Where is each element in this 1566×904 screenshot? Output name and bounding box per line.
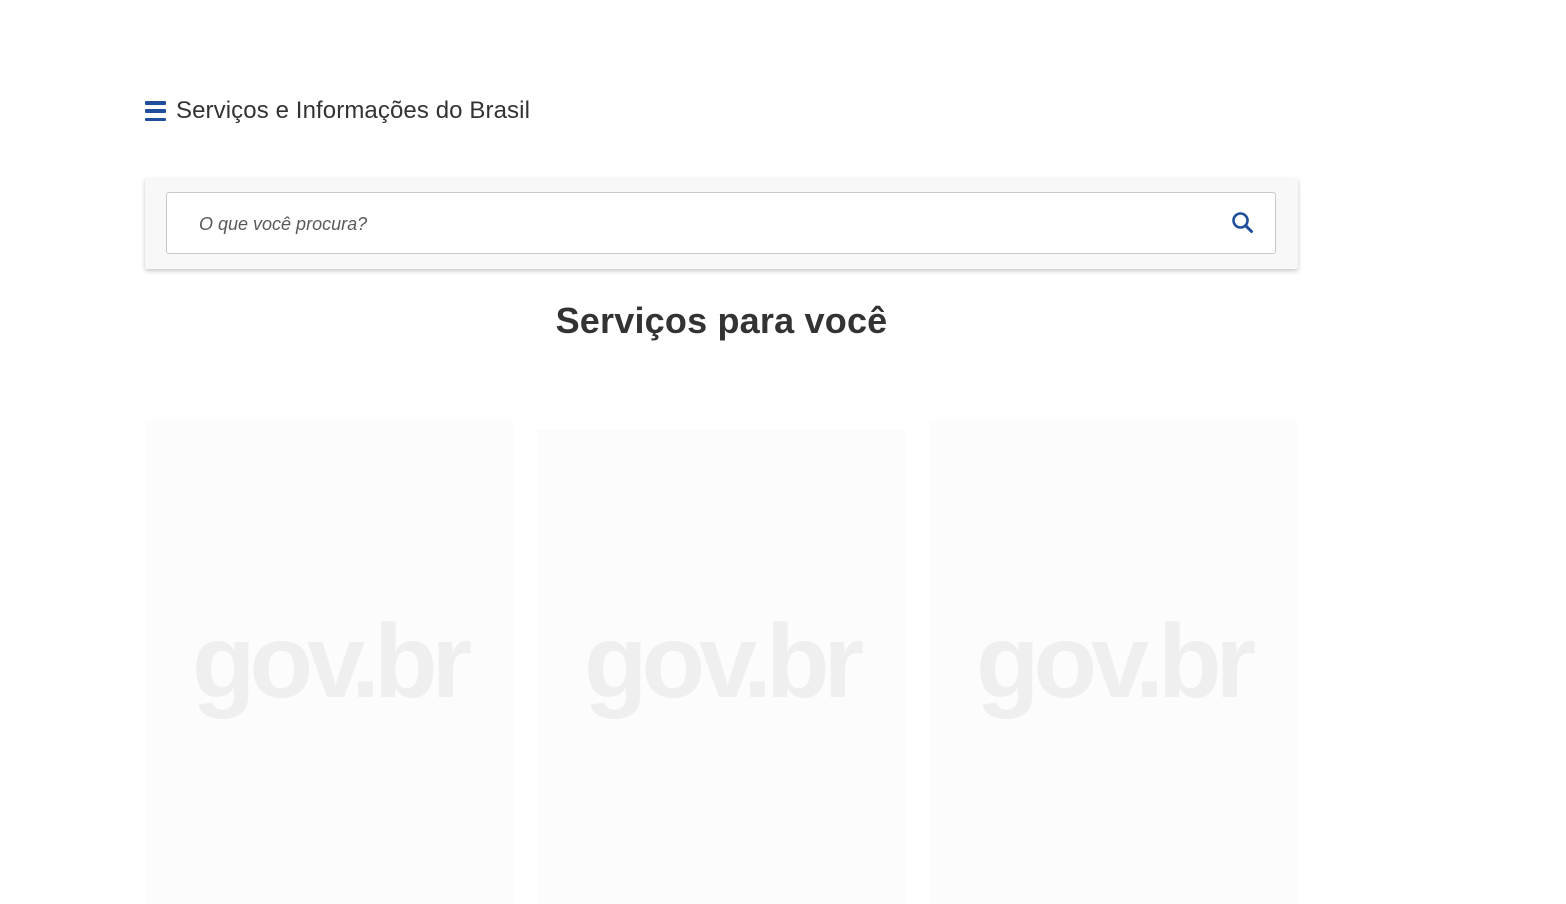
search-box [166,192,1276,255]
search-icon [1232,212,1253,233]
site-header: Serviços e Informações do Brasil [145,93,530,129]
site-title[interactable]: Serviços e Informações do Brasil [176,97,530,125]
search-panel [145,178,1298,269]
search-input[interactable] [197,193,1201,255]
govbr-logo-placeholder: gov.br [191,603,472,720]
service-card-placeholder[interactable]: gov.br [929,420,1297,904]
menu-bar [145,117,166,121]
hamburger-menu-icon[interactable] [145,101,166,121]
menu-bar [145,101,166,105]
page: Serviços e Informações do Brasil Serviço… [0,0,1566,904]
govbr-logo-placeholder: gov.br [583,603,864,720]
menu-bar [145,109,166,113]
govbr-logo-placeholder: gov.br [975,603,1256,720]
service-cards: gov.br gov.br gov.br [145,420,1298,904]
search-button[interactable] [1229,209,1257,237]
service-card-placeholder[interactable]: gov.br [537,430,905,904]
section-title: Serviços para você [555,300,888,341]
service-card-placeholder[interactable]: gov.br [145,420,513,904]
